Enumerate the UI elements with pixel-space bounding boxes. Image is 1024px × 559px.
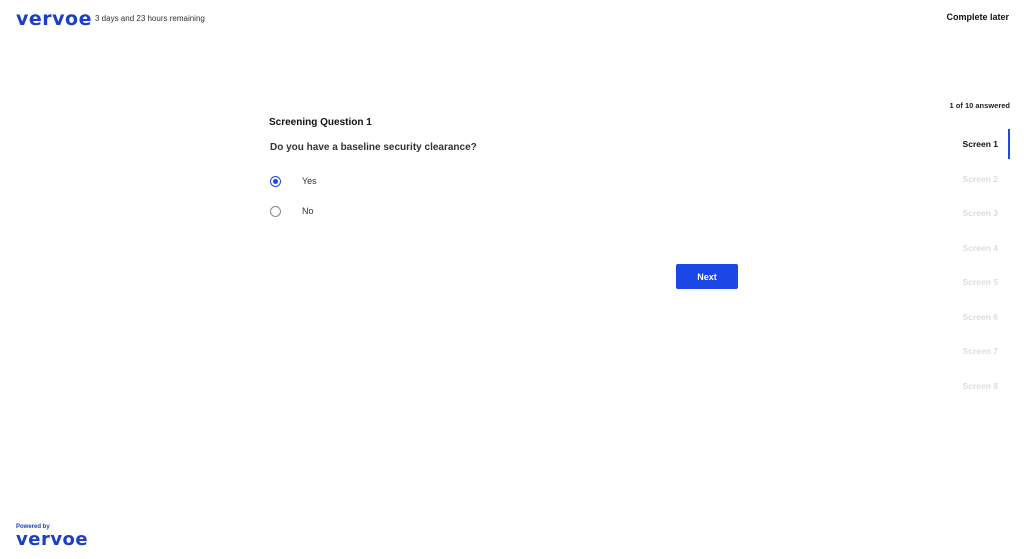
- screen-item-6[interactable]: Screen 6: [930, 300, 1010, 335]
- time-remaining-text: 3 days and 23 hours remaining: [95, 14, 205, 23]
- screen-item-2[interactable]: Screen 2: [930, 162, 1010, 197]
- question-title: Screening Question 1: [269, 117, 372, 128]
- option-label: No: [302, 206, 314, 216]
- answered-progress: 1 of 10 answered: [949, 101, 1010, 110]
- vervoe-logo[interactable]: vervoe: [16, 8, 92, 30]
- footer-vervoe-logo[interactable]: vervoe: [16, 531, 88, 549]
- question-block: Screening Question 1 Do you have a basel…: [269, 117, 749, 234]
- option-label: Yes: [302, 176, 317, 186]
- screen-item-5[interactable]: Screen 5: [930, 265, 1010, 300]
- complete-later-link[interactable]: Complete later: [946, 12, 1009, 22]
- next-button[interactable]: Next: [676, 264, 738, 289]
- screens-nav: Screen 1 Screen 2 Screen 3 Screen 4 Scre…: [930, 127, 1010, 403]
- option-no[interactable]: No: [269, 204, 749, 218]
- question-text: Do you have a baseline security clearanc…: [270, 142, 477, 153]
- screen-item-1[interactable]: Screen 1: [930, 127, 1010, 162]
- option-yes[interactable]: Yes: [269, 174, 749, 188]
- screen-item-4[interactable]: Screen 4: [930, 231, 1010, 266]
- screen-item-8[interactable]: Screen 8: [930, 369, 1010, 404]
- screen-item-3[interactable]: Screen 3: [930, 196, 1010, 231]
- radio-yes[interactable]: [270, 175, 281, 187]
- screen-item-7[interactable]: Screen 7: [930, 334, 1010, 369]
- powered-by: Powered by vervoe: [16, 524, 88, 549]
- assessment-page: vervoe 3 days and 23 hours remaining Com…: [0, 0, 1024, 559]
- radio-no[interactable]: [270, 205, 281, 217]
- answer-options: Yes No: [269, 174, 749, 218]
